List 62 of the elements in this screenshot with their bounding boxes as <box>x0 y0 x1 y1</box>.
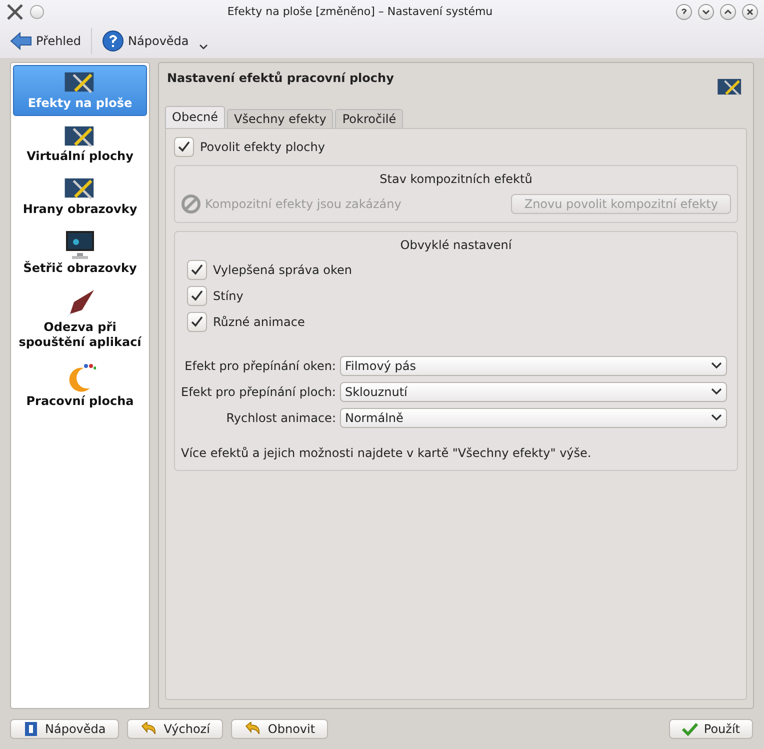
group-title: Stav kompozitních efektů <box>378 170 534 188</box>
desktop-tools-icon <box>64 70 96 96</box>
undo-arrow-icon <box>244 722 262 736</box>
close-button[interactable] <box>742 4 758 20</box>
dropdown[interactable]: Normálně <box>340 408 727 428</box>
check-icon <box>191 264 203 276</box>
minimize-button[interactable] <box>698 4 714 20</box>
chevron-down-icon <box>711 362 722 370</box>
apply-button[interactable]: Použít <box>668 719 753 739</box>
arrow-left-icon <box>10 31 32 51</box>
reset-button[interactable]: Výchozí <box>126 719 223 739</box>
tab[interactable]: Pokročilé <box>335 108 404 128</box>
chevron-down-icon <box>711 388 722 396</box>
help-button[interactable]: Nápověda <box>10 719 119 739</box>
maximize-button[interactable] <box>720 4 736 20</box>
sidebar-item[interactable]: Hrany obrazovky <box>13 172 147 221</box>
field-label: Rychlost animace: <box>225 410 336 427</box>
checkbox-label: Stíny <box>213 288 244 305</box>
help-icon <box>102 30 124 52</box>
field-label: Efekt pro přepínání ploch: <box>181 384 336 401</box>
help-button[interactable] <box>676 4 692 20</box>
question-icon <box>680 8 688 16</box>
checkbox-label: Různé animace <box>213 314 305 331</box>
reset-button[interactable]: Obnovit <box>230 719 328 739</box>
checkbox[interactable] <box>187 260 207 280</box>
checkbox-label: Vylepšená správa oken <box>213 262 352 279</box>
sidebar-item[interactable]: Odezva při spouštění aplikací <box>13 284 147 354</box>
desktop-tools-icon <box>64 124 96 150</box>
back-button[interactable]: Přehled <box>8 31 84 51</box>
check-icon <box>682 722 698 736</box>
desktop-tools-icon <box>64 176 96 202</box>
hint-text: Více efektů a jejich možnosti najdete v kartě "Všechny efekty" výše. <box>181 444 592 462</box>
desktop-tools-icon <box>717 77 743 98</box>
sidebar-item[interactable]: Virtuální plochy <box>13 120 147 168</box>
checkbox[interactable] <box>187 312 207 332</box>
checkbox[interactable] <box>187 286 207 306</box>
group-title: Obvyklé nastavení <box>399 236 513 254</box>
tab[interactable]: Všechny efekty <box>227 108 334 128</box>
close-icon <box>746 8 754 16</box>
checkbox[interactable] <box>174 136 194 157</box>
help-book-icon <box>23 721 39 737</box>
page-title: Nastavení efektů pracovní plochy <box>167 70 394 87</box>
dropdown[interactable]: Filmový pás <box>340 356 727 376</box>
help-button[interactable]: Nápověda <box>100 30 191 52</box>
status-message: Kompozitní efekty jsou zakázány <box>205 196 402 213</box>
checkbox-label: Povolit efekty plochy <box>200 138 325 156</box>
dropdown[interactable]: Sklouznutí <box>340 382 727 402</box>
check-icon <box>191 316 203 328</box>
sidebar-item[interactable]: Pracovní plocha <box>13 358 147 413</box>
field-label: Efekt pro přepínání oken: <box>184 358 336 375</box>
forbidden-icon <box>181 194 201 214</box>
chevron-down-icon <box>711 414 722 422</box>
chevron-down-icon[interactable] <box>198 44 208 50</box>
check-icon <box>191 290 203 302</box>
chevron-down-icon <box>702 8 710 16</box>
window-title: Efekty na ploše [změněno] – Nastavení systému <box>226 4 494 20</box>
tab[interactable]: Obecné <box>165 106 226 128</box>
undo-arrow-icon <box>140 722 158 736</box>
check-icon <box>178 141 190 152</box>
sidebar-item[interactable]: Šetřič obrazovky <box>13 224 147 280</box>
monitor-icon <box>64 228 96 261</box>
chevron-up-icon <box>724 8 732 16</box>
